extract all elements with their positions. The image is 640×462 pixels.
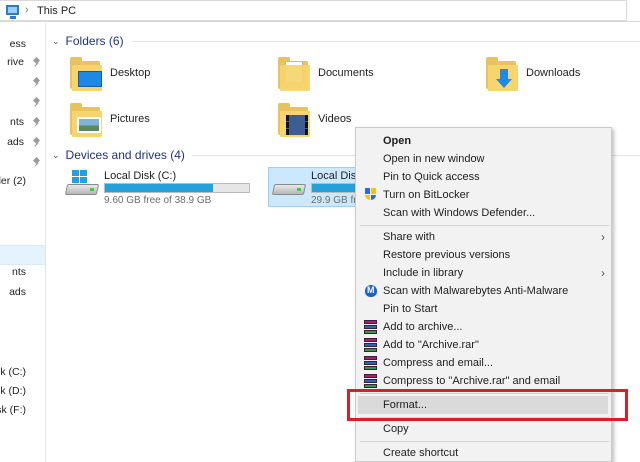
nav-item[interactable]: ler (2)	[0, 174, 45, 190]
menu-item-create-shortcut[interactable]: Create shortcut	[356, 444, 611, 461]
nav-item-label: nts	[9, 116, 24, 128]
folder-label: Pictures	[110, 113, 150, 125]
folder-downloads[interactable]: Downloads	[484, 55, 640, 95]
nav-item[interactable]	[0, 155, 45, 171]
nav-item[interactable]: sk (D:)	[0, 384, 45, 400]
pin-icon	[33, 78, 41, 87]
folder-label: Downloads	[526, 67, 581, 79]
nav-item-label: ler (2)	[0, 175, 26, 187]
folder-pictures[interactable]: Pictures	[68, 101, 258, 141]
videos-folder-icon	[276, 103, 312, 137]
menu-item-add-archive-rar[interactable]: Add to "Archive.rar"	[356, 336, 611, 354]
nav-item[interactable]	[0, 195, 45, 211]
chevron-right-icon: ›	[601, 230, 605, 244]
hard-drive-icon	[271, 180, 307, 196]
folder-label: Documents	[318, 67, 374, 79]
address-box[interactable]: › This PC	[0, 0, 627, 21]
chevron-right-icon[interactable]: ›	[25, 4, 29, 16]
pin-icon	[33, 138, 41, 147]
pin-icon	[33, 118, 41, 127]
nav-item-label: rive	[7, 56, 24, 68]
address-bar[interactable]: › This PC	[0, 0, 640, 22]
winrar-icon	[363, 356, 377, 370]
windows-shield-icon	[363, 188, 377, 202]
winrar-icon	[363, 320, 377, 334]
drive-local-disk-c[interactable]: Local Disk (C:) 9.60 GB free of 38.9 GB	[62, 168, 262, 208]
nav-item[interactable]: ess	[0, 37, 45, 53]
menu-item-bitlocker[interactable]: Turn on BitLocker	[356, 186, 611, 204]
menu-item-scan-malwarebytes[interactable]: Scan with Malwarebytes Anti-Malware	[356, 282, 611, 300]
chevron-down-icon[interactable]: ⌄	[52, 36, 60, 47]
menu-item-pin-quick-access[interactable]: Pin to Quick access	[356, 168, 611, 186]
menu-item-share-with[interactable]: Share with ›	[356, 228, 611, 246]
nav-selected-item[interactable]	[0, 245, 45, 265]
nav-item-label: sk (D:)	[0, 385, 26, 397]
menu-item-open-new-window[interactable]: Open in new window	[356, 150, 611, 168]
folder-label: Desktop	[110, 67, 151, 79]
this-pc-icon	[6, 5, 19, 19]
drive-usage-bar	[104, 183, 250, 193]
nav-item[interactable]: ads	[0, 285, 45, 301]
nav-item[interactable]	[0, 95, 45, 111]
menu-item-pin-start[interactable]: Pin to Start	[356, 300, 611, 318]
nav-item[interactable]: ads	[0, 135, 45, 151]
menu-item-restore-versions[interactable]: Restore previous versions	[356, 246, 611, 264]
nav-item[interactable]: sk (C:)	[0, 365, 45, 381]
menu-item-scan-defender[interactable]: Scan with Windows Defender...	[356, 204, 611, 222]
nav-item-label: ads	[9, 286, 26, 298]
chevron-down-icon[interactable]: ⌄	[52, 150, 60, 161]
drive-name: Local Disk (C:)	[104, 170, 177, 182]
nav-item[interactable]: nts	[0, 265, 45, 281]
pin-icon	[33, 98, 41, 107]
menu-item-compress-rar-email[interactable]: Compress to "Archive.rar" and email	[356, 372, 611, 390]
address-path[interactable]: This PC	[37, 5, 76, 17]
menu-separator	[360, 225, 609, 226]
downloads-folder-icon	[484, 57, 520, 91]
windows-drive-icon	[64, 170, 100, 196]
desktop-folder-icon	[68, 57, 104, 91]
folder-label: Videos	[318, 113, 352, 125]
menu-item-copy[interactable]: Copy	[356, 420, 611, 438]
navigation-pane[interactable]: ess rive nts ads ler (2) nts ads sk (C:) sk (D:)…	[0, 23, 46, 462]
drives-group-header[interactable]: ⌄ Devices and drives (4)	[52, 147, 185, 163]
malwarebytes-icon	[363, 284, 377, 298]
nav-item[interactable]: nts	[0, 115, 45, 131]
winrar-icon	[363, 338, 377, 352]
pictures-folder-icon	[68, 103, 104, 137]
nav-item-label: ess	[9, 38, 26, 50]
documents-folder-icon	[276, 57, 312, 91]
nav-item-label: nts	[11, 266, 26, 278]
folder-documents[interactable]: Documents	[276, 55, 466, 95]
nav-item[interactable]	[0, 75, 45, 91]
drive-free-space: 9.60 GB free of 38.9 GB	[104, 195, 212, 206]
menu-item-include-library[interactable]: Include in library ›	[356, 264, 611, 282]
menu-item-add-archive[interactable]: Add to archive...	[356, 318, 611, 336]
folders-group-title: Folders (6)	[65, 34, 124, 48]
nav-item[interactable]: sk (F:)	[0, 403, 45, 419]
winrar-icon	[363, 374, 377, 388]
highlight-box	[347, 389, 628, 421]
menu-item-open[interactable]: Open	[356, 132, 611, 150]
folders-group-header[interactable]: ⌄ Folders (6)	[52, 33, 124, 49]
pin-icon	[33, 58, 41, 67]
nav-item[interactable]: rive	[0, 55, 45, 71]
group-divider	[132, 41, 640, 42]
chevron-right-icon: ›	[601, 266, 605, 280]
folder-desktop[interactable]: Desktop	[68, 55, 258, 95]
nav-item-label: sk (C:)	[0, 366, 26, 378]
menu-separator	[360, 441, 609, 442]
nav-item-label: ads	[7, 136, 24, 148]
pin-icon	[33, 158, 41, 167]
drives-group-title: Devices and drives (4)	[65, 148, 185, 162]
nav-item-label: sk (F:)	[0, 404, 26, 416]
menu-item-compress-email[interactable]: Compress and email...	[356, 354, 611, 372]
